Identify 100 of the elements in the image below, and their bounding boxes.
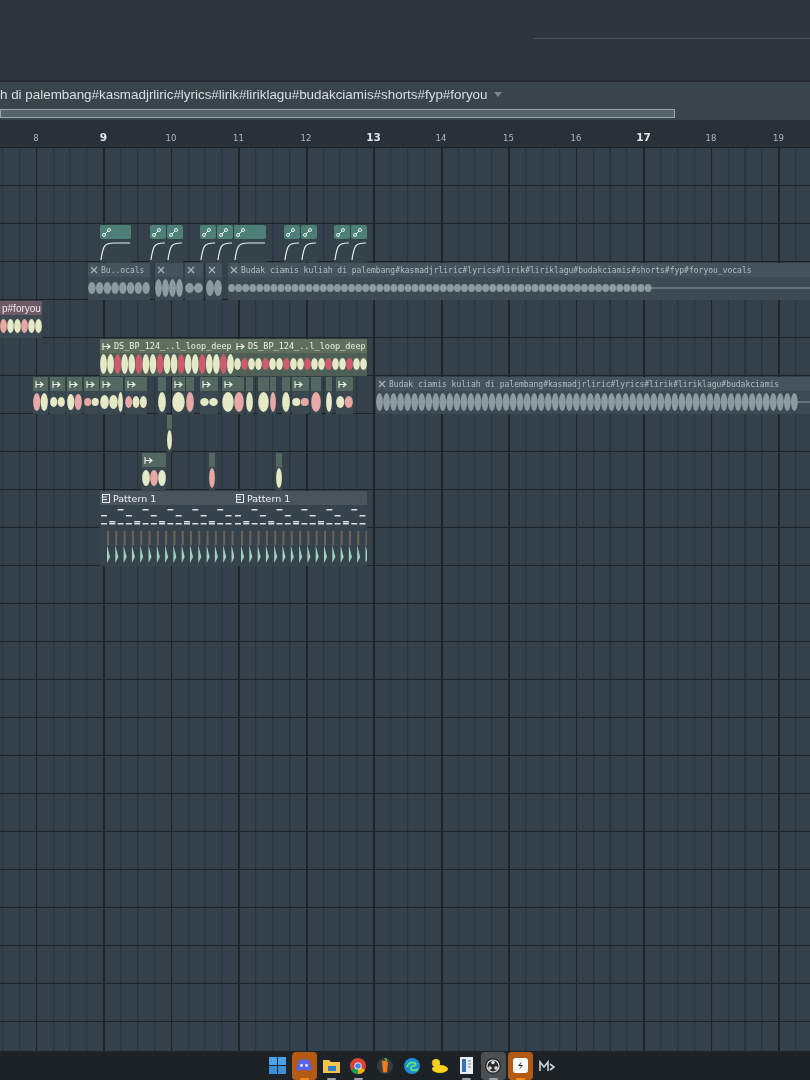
- curve-drawing: [200, 239, 216, 261]
- curve-drawing: [284, 239, 300, 261]
- horizontal-scrollbar[interactable]: [0, 108, 675, 118]
- chop-clip[interactable]: [67, 377, 82, 414]
- waveform-drawing: [33, 391, 48, 413]
- automation-clip[interactable]: [301, 225, 317, 262]
- clip-label: DS_BP_124_..l_loop_deep: [114, 341, 232, 351]
- chop-clip[interactable]: [33, 377, 48, 414]
- chop-clip[interactable]: [326, 377, 332, 414]
- automation-clip[interactable]: [200, 225, 216, 262]
- automation-clip[interactable]: [284, 225, 300, 262]
- chop-clip[interactable]: [282, 377, 290, 414]
- fruit-icon: [377, 1057, 393, 1074]
- slice-arrow-icon: [35, 380, 44, 388]
- slice-arrow-icon: [102, 380, 111, 388]
- bar-number: 15: [502, 133, 515, 143]
- bar-number: 13: [365, 131, 382, 143]
- clip-label: Pattern 1: [113, 492, 157, 504]
- chop-clip[interactable]: [222, 377, 234, 414]
- bar-number: 10: [164, 133, 178, 143]
- wave-icon: [539, 1059, 555, 1072]
- automation-clip[interactable]: [334, 225, 350, 262]
- link-icon: [336, 227, 345, 237]
- slice-arrow-icon: [102, 342, 111, 350]
- vocal-clip[interactable]: [206, 263, 222, 300]
- chop-clip[interactable]: [336, 377, 353, 414]
- link-icon: [152, 227, 161, 237]
- automation-clip[interactable]: [100, 225, 131, 262]
- bar-number: 9: [98, 131, 109, 143]
- link-icon: [102, 227, 111, 237]
- slice-arrow-icon: [144, 456, 153, 464]
- vocal-clip[interactable]: Bu..ocals: [88, 263, 150, 300]
- slice-arrow-icon: [236, 342, 245, 350]
- slice-arrow-icon: [174, 380, 183, 388]
- taskbar-button[interactable]: [507, 1051, 533, 1080]
- bar-number: 12: [299, 133, 313, 143]
- chop-clip[interactable]: [234, 377, 244, 414]
- dropdown-caret-icon[interactable]: [493, 91, 502, 97]
- chop-clip[interactable]: [186, 377, 194, 414]
- clip-label: Budak ciamis kuliah di palembang#kasmadjrliric#lyrics#lirik#liriklagu#budakciamis: [389, 379, 780, 389]
- chop-clip[interactable]: [142, 453, 166, 490]
- ring-icon: [350, 1057, 366, 1074]
- cross-icon: [230, 266, 238, 274]
- link-icon: [202, 227, 211, 237]
- cross-icon: [378, 380, 386, 388]
- bar-number: 17: [635, 131, 652, 143]
- pattern-clip[interactable]: Pattern 1: [100, 491, 234, 566]
- chop-clip[interactable]: [125, 377, 147, 414]
- automation-clip[interactable]: [234, 225, 266, 262]
- slice-arrow-icon: [52, 380, 61, 388]
- chop-clip[interactable]: [258, 377, 269, 414]
- clip-label: Budak ciamis kuliah di palembang#kasmadjrliric#lyrics#lirik#liriklagu#budakciamis#shorts#fyp#foryou_vocals: [241, 265, 752, 275]
- waveform-drawing: [158, 391, 166, 413]
- chop-clip[interactable]: [209, 453, 215, 490]
- sample-clip[interactable]: p#foryou: [0, 301, 42, 338]
- automation-clip[interactable]: [167, 225, 183, 262]
- chop-clip[interactable]: [276, 453, 282, 490]
- chop-clip[interactable]: [84, 377, 99, 414]
- piano-roll-icon: [102, 493, 110, 503]
- waveform-drawing: [311, 391, 321, 413]
- chop-clip[interactable]: [246, 377, 253, 414]
- vocal-clip[interactable]: Budak ciamis kuliah di palembang#kasmadjrliric#lyrics#lirik#liriklagu#budakciamis: [376, 377, 810, 414]
- duck-icon: [430, 1058, 448, 1073]
- chop-clip[interactable]: [118, 377, 123, 414]
- chop-clip[interactable]: [270, 377, 276, 414]
- chop-clip[interactable]: [167, 415, 172, 452]
- link-icon: [353, 227, 362, 237]
- pattern-clip[interactable]: Pattern 1: [234, 491, 367, 566]
- automation-clip[interactable]: [217, 225, 233, 262]
- loop-clip[interactable]: DS_BP_124_..l_loop_deep: [100, 339, 234, 376]
- chop-clip[interactable]: [292, 377, 309, 414]
- waveform-drawing: [209, 467, 215, 489]
- chop-clip[interactable]: [158, 377, 166, 414]
- slice-arrow-icon: [294, 380, 303, 388]
- vocal-clip[interactable]: [155, 263, 183, 300]
- curve-drawing: [167, 239, 183, 261]
- chop-clip[interactable]: [100, 377, 118, 414]
- automation-clip[interactable]: [150, 225, 166, 262]
- cross-icon: [187, 266, 195, 274]
- curve-drawing: [351, 239, 367, 261]
- chop-clip[interactable]: [50, 377, 65, 414]
- chop-clip[interactable]: [200, 377, 218, 414]
- automation-clip[interactable]: [351, 225, 367, 262]
- vocal-clip[interactable]: [185, 263, 203, 300]
- vocal-clip[interactable]: Budak ciamis kuliah di palembang#kasmadjrliric#lyrics#lirik#liriklagu#budakciamis#shorts#fyp#foryou_vocals: [228, 263, 810, 300]
- waveform-drawing: [282, 391, 290, 413]
- slice-arrow-icon: [127, 380, 136, 388]
- document-icon: [459, 1057, 473, 1074]
- waveform-drawing: [326, 391, 332, 413]
- chop-clip[interactable]: [172, 377, 185, 414]
- aperture-icon: [485, 1057, 501, 1074]
- taskbar-button[interactable]: [480, 1051, 506, 1080]
- chop-clip[interactable]: [311, 377, 321, 414]
- loop-clip[interactable]: DS_BP_124_..l_loop_deep: [234, 339, 367, 376]
- taskbar-button[interactable]: [291, 1051, 317, 1080]
- swirl-icon: [404, 1057, 420, 1074]
- slice-arrow-icon: [202, 380, 211, 388]
- link-icon: [286, 227, 295, 237]
- curve-drawing: [301, 239, 317, 261]
- grid-icon: [268, 1057, 286, 1074]
